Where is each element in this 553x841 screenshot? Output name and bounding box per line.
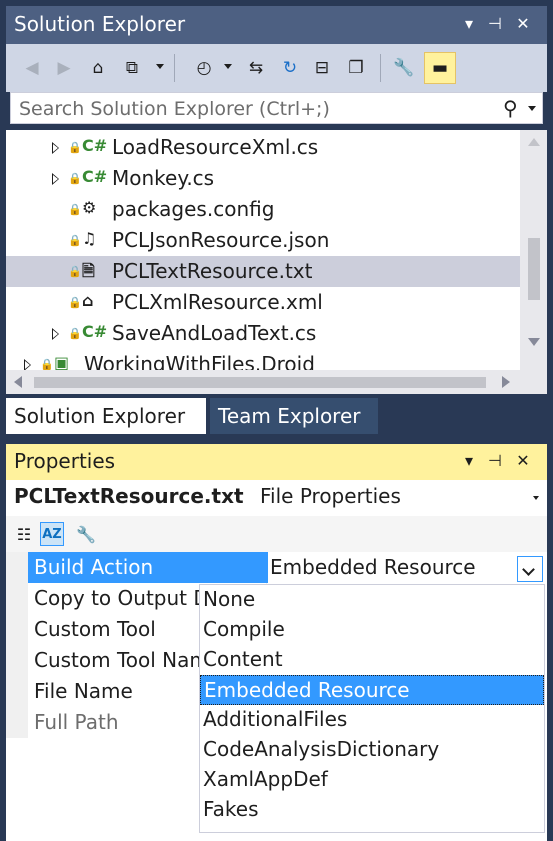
- dropdown-option-none[interactable]: None: [200, 585, 544, 615]
- dropdown-option-fakes[interactable]: Fakes: [200, 795, 544, 825]
- show-all-files-icon[interactable]: ❐: [344, 56, 368, 80]
- property-row-build-action[interactable]: Build Action Embedded Resource: [28, 552, 547, 583]
- tree-item-label: packages.config: [112, 197, 275, 221]
- pin-icon[interactable]: ⊣: [484, 451, 506, 470]
- solution-explorer-titlebar[interactable]: Solution Explorer ▾ ⊣ ✕: [6, 6, 547, 44]
- toolbar-separator: [174, 54, 175, 82]
- collapse-all-icon[interactable]: ⊟: [310, 56, 334, 80]
- build-action-dropdown-list: None Compile Content Embedded Resource A…: [199, 584, 545, 833]
- search-input[interactable]: [17, 95, 501, 123]
- solution-explorer-toolbar: ◀ ▶ ⌂ ⧉ ◴ ⇆ ↻ ⊟ ❐ 🔧 ▬: [6, 44, 547, 92]
- config-file-icon: ⚙: [82, 198, 97, 217]
- switch-views-icon[interactable]: ⧉: [120, 56, 144, 80]
- lock-icon: 🔒: [68, 203, 82, 216]
- tab-solution-explorer[interactable]: Solution Explorer: [6, 398, 206, 434]
- lock-icon: 🔒: [68, 327, 82, 340]
- properties-wrench-icon[interactable]: 🔧: [392, 56, 416, 80]
- properties-titlebar[interactable]: Properties ▾ ⊣ ✕: [6, 444, 547, 480]
- xml-file-icon: ⌂: [82, 291, 94, 310]
- refresh-icon[interactable]: ↻: [278, 56, 302, 80]
- forward-icon[interactable]: ▶: [52, 56, 76, 80]
- scroll-down-arrow-icon[interactable]: [528, 338, 540, 346]
- dropdown-option-embedded-resource[interactable]: Embedded Resource: [200, 675, 544, 705]
- lock-icon: 🔒: [68, 265, 82, 278]
- dropdown-option-codeanalysisdictionary[interactable]: CodeAnalysisDictionary: [200, 735, 544, 765]
- expand-arrow-icon[interactable]: [52, 328, 59, 340]
- back-icon[interactable]: ◀: [20, 56, 44, 80]
- tree-item[interactable]: 🔒 ♫ PCLJsonResource.json: [6, 225, 520, 256]
- dropdown-option-additionalfiles[interactable]: AdditionalFiles: [200, 705, 544, 735]
- dropdown-option-content[interactable]: Content: [200, 645, 544, 675]
- tree-item-label: PCLTextResource.txt: [112, 259, 313, 283]
- dropdown-option-xamlappdef[interactable]: XamlAppDef: [200, 765, 544, 795]
- close-icon[interactable]: ✕: [512, 14, 534, 33]
- tab-team-explorer[interactable]: Team Explorer: [210, 398, 378, 434]
- home-icon[interactable]: ⌂: [86, 56, 110, 80]
- lock-icon: 🔒: [68, 234, 82, 247]
- csharp-file-icon: C#: [82, 322, 108, 341]
- tree-item[interactable]: 🔒 ⚙ packages.config: [6, 194, 520, 225]
- window-position-dropdown-icon[interactable]: ▾: [458, 14, 480, 33]
- scroll-up-arrow-icon[interactable]: [528, 138, 540, 146]
- lock-icon: 🔒: [68, 172, 82, 185]
- build-action-dropdown-button[interactable]: [517, 556, 543, 582]
- pin-icon[interactable]: ⊣: [484, 14, 506, 33]
- dropdown-option-compile[interactable]: Compile: [200, 615, 544, 645]
- alphabetical-icon[interactable]: AZ: [40, 522, 64, 546]
- object-type: File Properties: [260, 484, 401, 508]
- close-icon[interactable]: ✕: [512, 451, 534, 470]
- tree-item[interactable]: 🔒 C# Monkey.cs: [6, 163, 520, 194]
- scroll-thumb[interactable]: [528, 238, 540, 300]
- tree-vertical-scrollbar[interactable]: [520, 130, 547, 362]
- solution-tree: 🔒 C# LoadResourceXml.cs 🔒 C# Monkey.cs 🔒…: [6, 130, 547, 375]
- switch-views-dropdown-icon[interactable]: [156, 64, 164, 69]
- scroll-right-arrow-icon[interactable]: [502, 376, 510, 388]
- tree-item-selected[interactable]: 🔒 🗎 PCLTextResource.txt: [6, 256, 520, 287]
- tree-item[interactable]: 🔒 C# SaveAndLoadText.cs: [6, 318, 520, 349]
- search-box: ⚲: [10, 92, 543, 124]
- search-options-dropdown-icon[interactable]: [528, 106, 536, 111]
- properties-toolbar: ☷ AZ 🔧: [6, 516, 547, 552]
- preview-selected-items-icon[interactable]: ▬: [424, 52, 456, 84]
- object-name: PCLTextResource.txt: [14, 484, 244, 508]
- tree-item-label: Monkey.cs: [112, 166, 215, 190]
- text-file-icon: 🗎: [82, 261, 95, 280]
- lock-icon: 🔒: [68, 296, 82, 309]
- search-icon[interactable]: ⚲: [503, 96, 518, 120]
- expand-arrow-icon[interactable]: [52, 142, 59, 154]
- property-pages-wrench-icon[interactable]: 🔧: [74, 522, 98, 546]
- object-selector-dropdown-icon[interactable]: [533, 496, 539, 500]
- property-value[interactable]: Embedded Resource: [268, 552, 547, 583]
- object-selector[interactable]: PCLTextResource.txt File Properties: [6, 480, 547, 516]
- solution-explorer-title: Solution Explorer: [14, 12, 186, 36]
- pending-changes-dropdown-icon[interactable]: [224, 64, 232, 69]
- tree-item-label: SaveAndLoadText.cs: [112, 321, 317, 345]
- expand-arrow-icon[interactable]: [52, 173, 59, 185]
- scrollbar-corner: [520, 362, 547, 394]
- categorized-icon[interactable]: ☷: [12, 522, 36, 546]
- properties-title: Properties: [14, 449, 116, 473]
- solution-explorer-panel: Solution Explorer ▾ ⊣ ✕ ◀ ▶ ⌂ ⧉ ◴ ⇆ ↻ ⊟ …: [6, 6, 547, 434]
- scroll-left-arrow-icon[interactable]: [14, 376, 22, 388]
- tree-item-label: PCLXmlResource.xml: [112, 290, 323, 314]
- toolbar-separator: [380, 54, 381, 82]
- window-position-dropdown-icon[interactable]: ▾: [458, 451, 480, 470]
- pending-changes-filter-icon[interactable]: ◴: [192, 56, 216, 80]
- tree-item-label: LoadResourceXml.cs: [112, 135, 319, 159]
- tree-item-label: PCLJsonResource.json: [112, 228, 330, 252]
- property-grid-gutter: [6, 552, 28, 738]
- sync-with-active-document-icon[interactable]: ⇆: [244, 56, 268, 80]
- csharp-file-icon: C#: [82, 167, 108, 186]
- property-name: Build Action: [28, 552, 268, 583]
- scroll-thumb[interactable]: [34, 377, 486, 388]
- csharp-file-icon: C#: [82, 136, 108, 155]
- tree-item[interactable]: 🔒 ⌂ PCLXmlResource.xml: [6, 287, 520, 318]
- tree-item[interactable]: 🔒 C# LoadResourceXml.cs: [6, 132, 520, 163]
- json-file-icon: ♫: [82, 229, 97, 248]
- lock-icon: 🔒: [68, 141, 82, 154]
- tree-horizontal-scrollbar[interactable]: [6, 370, 520, 394]
